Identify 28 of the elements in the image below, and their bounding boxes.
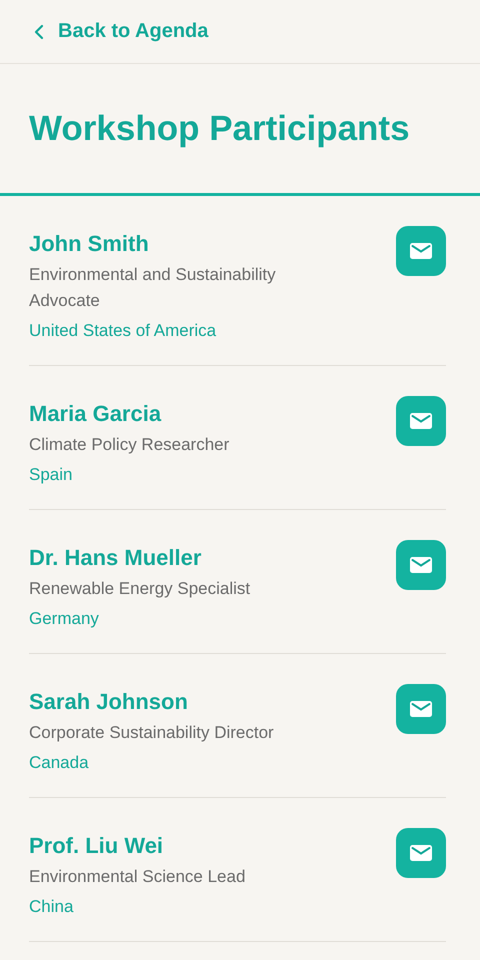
back-link[interactable]: Back to Agenda	[34, 20, 208, 43]
participant-name: Maria Garcia	[29, 400, 162, 428]
participant-role: Climate Policy Researcher	[29, 434, 230, 456]
envelope-icon	[410, 701, 432, 717]
participant-country: Spain	[29, 464, 74, 486]
envelope-icon	[410, 557, 432, 573]
email-button[interactable]	[396, 684, 446, 734]
email-button[interactable]	[396, 828, 446, 878]
participant-role: Environmental Science Lead	[29, 866, 246, 888]
participant-role: Renewable Energy Specialist	[29, 578, 250, 600]
page-title: Workshop Participants	[29, 108, 410, 148]
envelope-icon	[410, 845, 432, 861]
participant-name: Dr. Hans Mueller	[29, 544, 202, 572]
participant-country: Canada	[29, 752, 90, 774]
participant-country: Germany	[29, 608, 100, 630]
participant-role: Corporate Sustainability Director	[29, 722, 274, 744]
participant-name: Sarah Johnson	[29, 688, 189, 716]
participant-name: John Smith	[29, 230, 150, 258]
chevron-left-icon	[34, 24, 44, 40]
email-button[interactable]	[396, 226, 446, 276]
email-button[interactable]	[396, 396, 446, 446]
participant-country: United States of America	[29, 320, 218, 342]
envelope-icon	[410, 413, 432, 429]
envelope-icon	[410, 243, 432, 259]
participant-name: Prof. Liu Wei	[29, 832, 164, 860]
participant-role: Environmental and Sustainability Advocate	[29, 264, 277, 312]
participant-country: China	[29, 896, 74, 918]
email-button[interactable]	[396, 540, 446, 590]
